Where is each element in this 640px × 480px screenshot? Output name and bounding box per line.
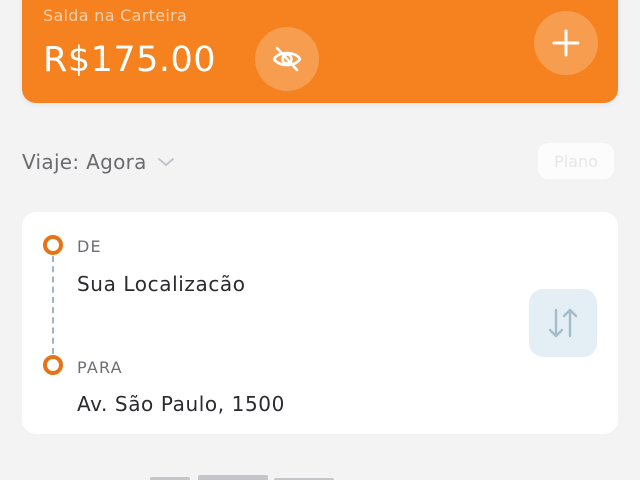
origin-marker-icon [43, 235, 63, 255]
add-funds-button[interactable] [534, 11, 598, 75]
cut-off-section-heading [150, 468, 350, 480]
plus-icon [552, 29, 580, 57]
plan-trip-button[interactable]: Plano [538, 143, 614, 179]
chevron-down-icon [157, 156, 175, 168]
wallet-balance: R$175.00 [43, 40, 217, 80]
destination-label: PARA [77, 358, 123, 377]
wallet-label: Salda na Carteira [43, 6, 188, 25]
origin-field[interactable]: Sua Localizacão [77, 272, 246, 296]
destination-marker-icon [43, 355, 63, 375]
origin-label: DE [77, 237, 102, 256]
swap-route-button[interactable] [529, 289, 597, 357]
destination-field[interactable]: Av. São Paulo, 1500 [77, 392, 285, 416]
app-screen: Salda na Carteira R$175.00 Viaje: Agora … [0, 0, 640, 480]
route-card: DE Sua Localizacão PARA Av. São Paulo, 1… [22, 212, 618, 434]
trip-time-selector[interactable]: Viaje: Agora [22, 150, 175, 174]
swap-vertical-icon [548, 308, 578, 338]
wallet-card: Salda na Carteira R$175.00 [22, 0, 618, 103]
route-connector [52, 256, 54, 354]
hide-balance-button[interactable] [255, 27, 319, 91]
trip-time-label: Viaje: Agora [22, 150, 147, 174]
eye-off-icon [272, 46, 302, 72]
